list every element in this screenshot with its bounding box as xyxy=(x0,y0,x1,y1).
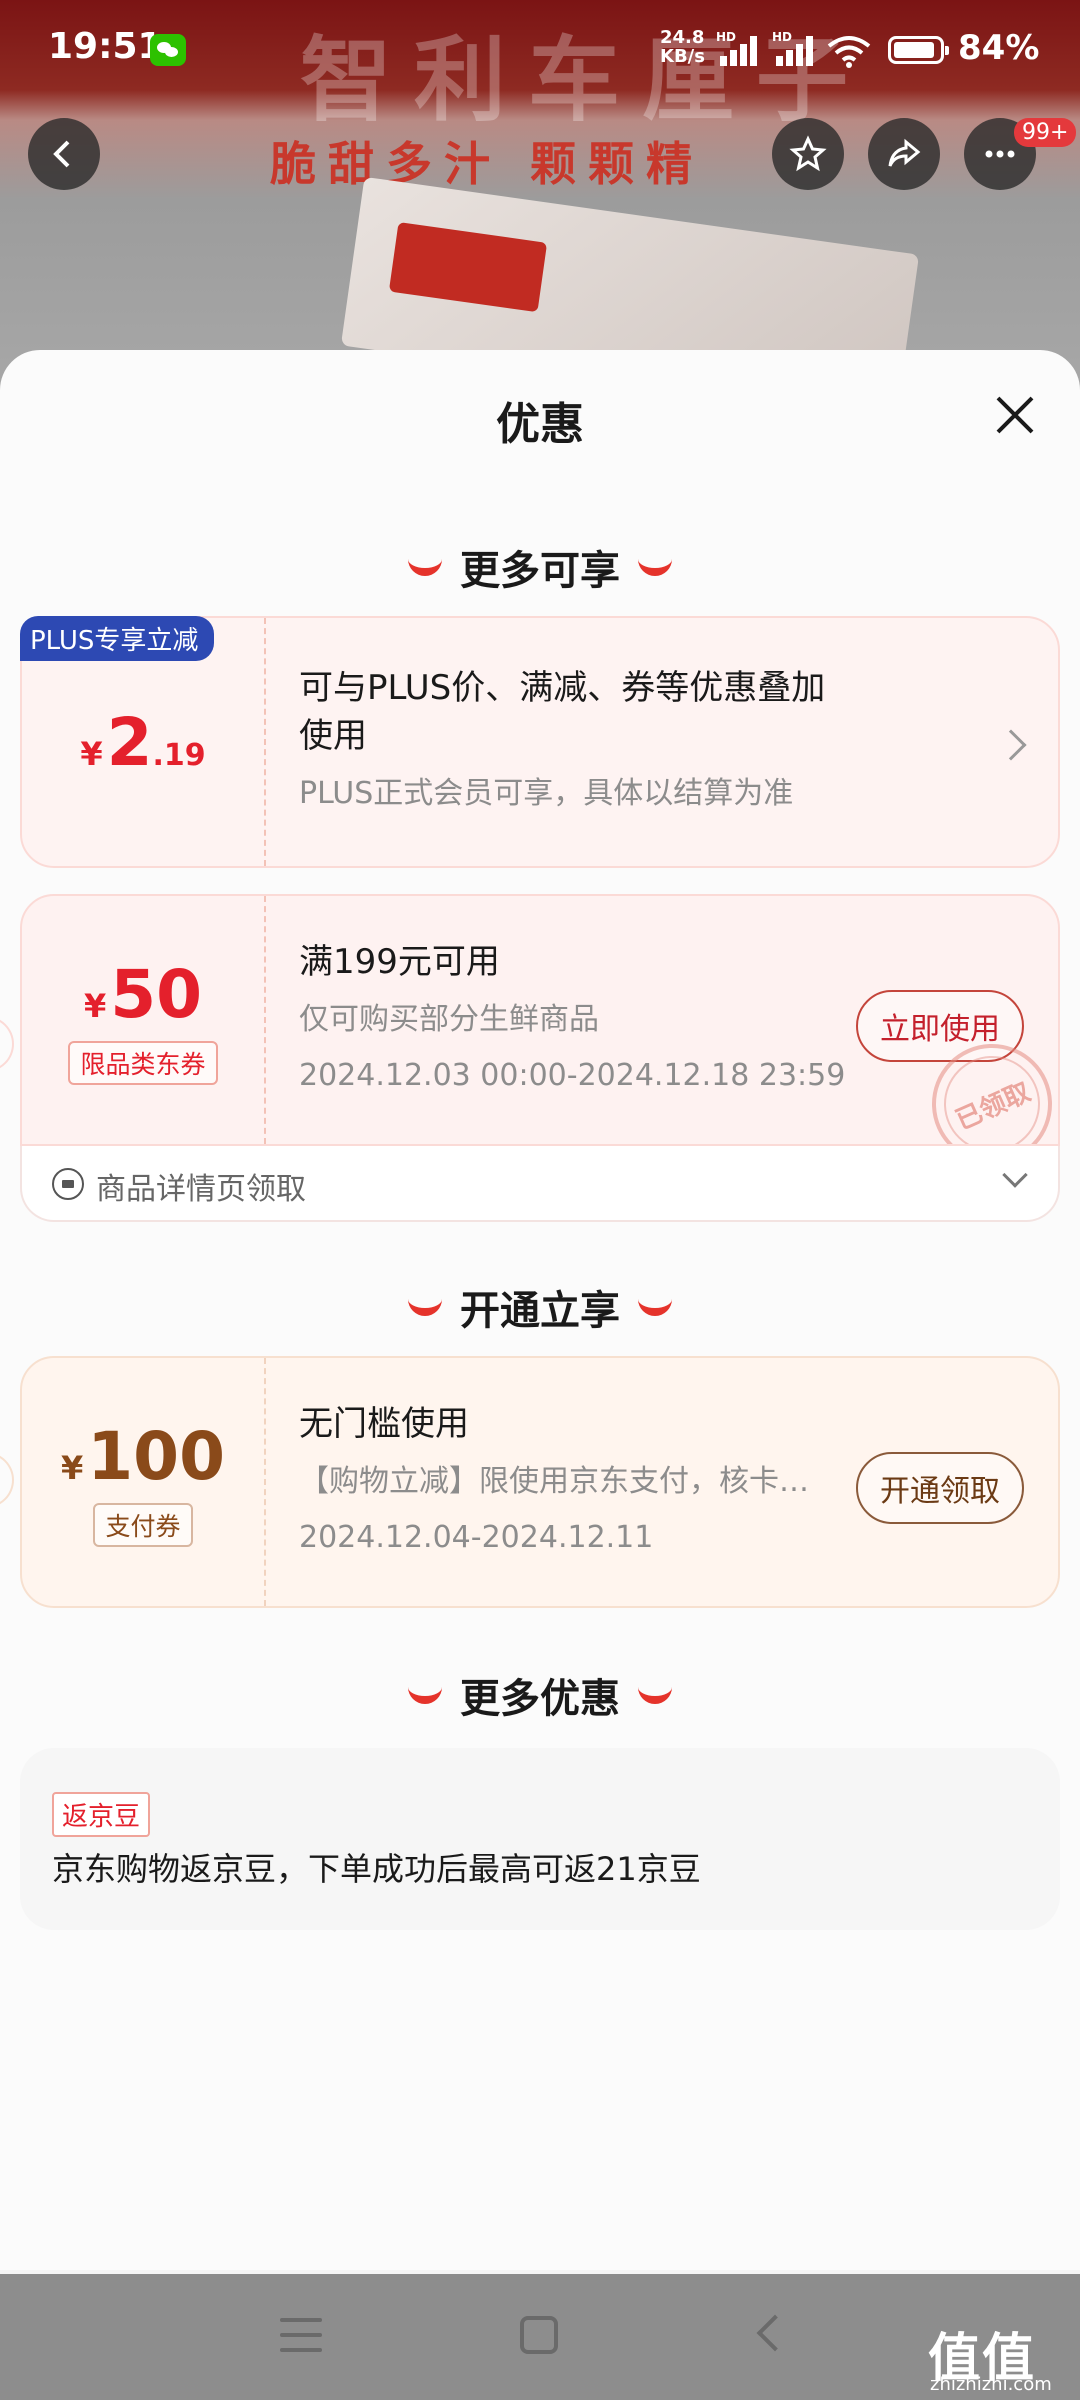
card-divider xyxy=(264,618,266,866)
network-speed-unit: KB/s xyxy=(660,46,705,67)
chevron-left-icon xyxy=(53,140,70,168)
smile-decoration-icon xyxy=(638,1686,672,1704)
more-badge: 99+ xyxy=(1014,118,1077,147)
promotions-sheet: 优惠 更多可享 ¥2.19 可与PLUS价、满减、券等优惠叠加 使用 PLUS正… xyxy=(0,350,1080,2270)
star-icon xyxy=(789,135,827,172)
plus-badge: PLUS专享立减 xyxy=(20,616,215,661)
coupon-source-text: 商品详情页领取 xyxy=(96,1172,306,1207)
coupon-condition: 满199元可用 xyxy=(299,942,500,982)
payment-price-area: ¥100 支付券 xyxy=(22,1358,264,1606)
payment-coupon-card: ¥100 支付券 无门槛使用 【购物立减】限使用京东支付，核卡… 2024.12… xyxy=(20,1356,1060,1608)
watermark-url: zhizhizhi.com xyxy=(930,2374,1052,2395)
payment-description: 【购物立减】限使用京东支付，核卡… xyxy=(299,1464,809,1499)
status-bar: 19:51 24.8 KB/s HD HD 84% xyxy=(0,0,1080,100)
banner-subtitle: 脆甜多汁 颗颗精 xyxy=(270,137,705,191)
section-heading-text: 更多优惠 xyxy=(460,1676,620,1722)
share-button[interactable] xyxy=(868,118,940,190)
home-icon[interactable] xyxy=(520,2316,558,2354)
favorite-button[interactable] xyxy=(772,118,844,190)
jd-bean-card: 返京豆 京东购物返京豆，下单成功后最高可返21京豆 xyxy=(20,1748,1060,1930)
system-back-icon[interactable] xyxy=(756,2314,794,2352)
coupon-ticket-icon xyxy=(52,1168,84,1200)
coupon-type-tag: 限品类东券 xyxy=(68,1040,218,1085)
signal-icon-2 xyxy=(772,34,816,66)
chevron-down-icon[interactable] xyxy=(1002,1162,1028,1188)
section-heading-more-available: 更多可享 xyxy=(0,538,1080,596)
smile-decoration-icon xyxy=(408,1298,442,1316)
smile-decoration-icon xyxy=(638,558,672,576)
plus-card-body: 可与PLUS价、满减、券等优惠叠加 使用 PLUS正式会员可享，具体以结算为准 xyxy=(299,664,1018,818)
plus-main-line2: 使用 xyxy=(299,716,367,756)
sheet-title: 优惠 xyxy=(496,399,584,450)
category-coupon-card: ¥50 限品类东券 满199元可用 仅可购买部分生鲜商品 2024.12.03 … xyxy=(20,894,1060,1146)
payment-price: ¥100 xyxy=(60,1417,226,1495)
section-heading-open-enjoy: 开通立享 xyxy=(0,1278,1080,1336)
plus-price: ¥2.19 xyxy=(80,703,206,781)
payment-notch xyxy=(0,1452,14,1508)
coupon-validity: 2024.12.03 00:00-2024.12.18 23:59 xyxy=(299,1058,846,1093)
section-heading-more-offers: 更多优惠 xyxy=(0,1666,1080,1724)
claimed-stamp-text: 已领取 xyxy=(951,1076,1035,1136)
plus-sub-line: PLUS正式会员可享，具体以结算为准 xyxy=(299,776,794,811)
jd-bean-text: 京东购物返京豆，下单成功后最高可返21京豆 xyxy=(52,1850,701,1888)
battery-percent: 84% xyxy=(958,28,1040,68)
status-time: 19:51 xyxy=(48,26,163,67)
section-heading-text: 更多可享 xyxy=(460,548,620,594)
payment-validity: 2024.12.04-2024.12.11 xyxy=(299,1520,654,1555)
payment-type-tag: 支付券 xyxy=(93,1502,193,1547)
payment-card-body: 无门槛使用 【购物立减】限使用京东支付，核卡… 2024.12.04-2024.… xyxy=(299,1400,828,1562)
coupon-scope: 仅可购买部分生鲜商品 xyxy=(299,1002,599,1037)
battery-icon xyxy=(888,36,949,64)
coupon-card-body: 满199元可用 仅可购买部分生鲜商品 2024.12.03 00:00-2024… xyxy=(299,938,848,1100)
smile-decoration-icon xyxy=(638,1298,672,1316)
wifi-icon xyxy=(827,36,871,68)
activate-claim-button[interactable]: 开通领取 xyxy=(856,1452,1024,1524)
close-icon[interactable] xyxy=(990,390,1040,440)
section-heading-text: 开通立享 xyxy=(460,1288,620,1334)
wechat-icon xyxy=(150,34,186,66)
jd-bean-tag: 返京豆 xyxy=(52,1792,151,1837)
plus-main-line1: 可与PLUS价、满减、券等优惠叠加 xyxy=(299,668,826,708)
coupon-notch xyxy=(0,1016,14,1072)
coupon-price-area: ¥50 限品类东券 xyxy=(22,896,264,1144)
card-divider xyxy=(264,1358,266,1606)
coupon-source-row[interactable]: 商品详情页领取 xyxy=(20,1146,1060,1222)
smile-decoration-icon xyxy=(408,558,442,576)
back-button[interactable] xyxy=(28,118,100,190)
share-icon xyxy=(888,138,921,167)
network-speed: 24.8 KB/s xyxy=(660,28,705,66)
smile-decoration-icon xyxy=(408,1686,442,1704)
system-nav-bar xyxy=(0,2274,1080,2400)
more-dots-icon xyxy=(985,150,1015,158)
signal-icon xyxy=(716,34,760,66)
payment-condition: 无门槛使用 xyxy=(299,1404,469,1444)
recent-apps-icon[interactable] xyxy=(280,2318,322,2354)
card-divider xyxy=(264,896,266,1144)
coupon-price: ¥50 xyxy=(83,955,203,1033)
network-speed-value: 24.8 xyxy=(660,27,705,48)
